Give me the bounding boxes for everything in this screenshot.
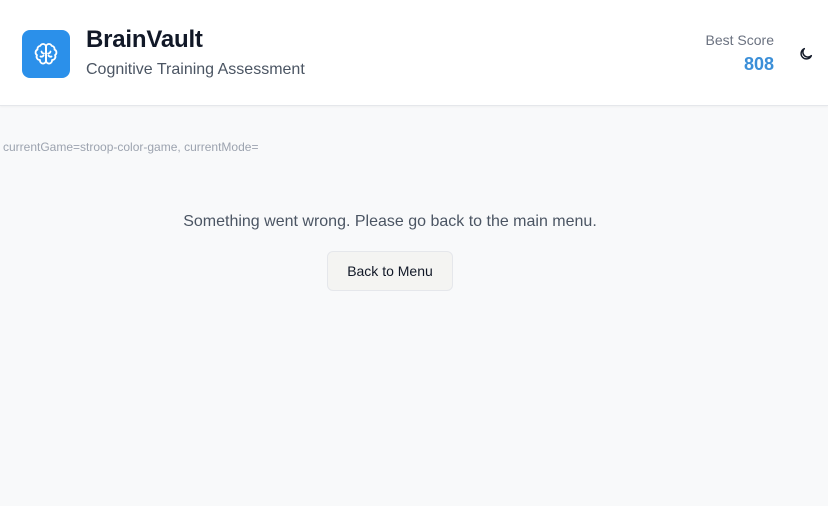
- app-title: BrainVault: [86, 26, 203, 53]
- best-score: Best Score 808: [706, 32, 774, 77]
- debug-state-text: currentGame=stroop-color-game, currentMo…: [3, 140, 259, 154]
- best-score-value: 808: [743, 54, 774, 74]
- moon-icon: [800, 47, 813, 60]
- brain-icon: [34, 43, 58, 65]
- app-logo: [22, 30, 70, 78]
- best-score-label: Best Score: [705, 32, 774, 48]
- app-header: BrainVault Cognitive Training Assessment…: [0, 0, 828, 106]
- error-message: Something went wrong. Please go back to …: [183, 213, 597, 230]
- back-to-menu-button[interactable]: Back to Menu: [327, 251, 453, 291]
- app-subtitle: Cognitive Training Assessment: [86, 61, 305, 78]
- theme-toggle-button[interactable]: [792, 40, 820, 68]
